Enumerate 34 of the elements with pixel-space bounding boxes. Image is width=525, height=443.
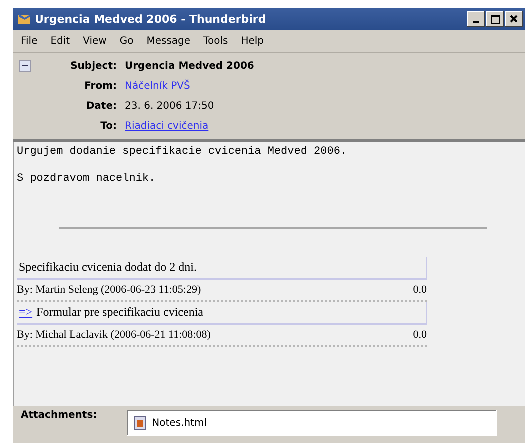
menu-item[interactable]: Message [146, 36, 191, 46]
note-title: Formular pre specifikaciu cvicenia [36, 305, 204, 320]
contact-link[interactable]: Náčelník PVŠ [125, 80, 190, 92]
menu-item[interactable]: File [21, 36, 38, 46]
field-label: Date: [85, 100, 118, 112]
minimize-button[interactable] [467, 11, 485, 27]
note-byline: By: Michal Laclavik (2006-06-21 11:08:08) [17, 329, 211, 341]
menu-item[interactable]: Go [120, 36, 134, 46]
maximize-icon [490, 14, 500, 24]
field-label: Subject: [70, 60, 118, 72]
menu-item[interactable]: Edit [50, 36, 70, 46]
menu-item[interactable]: Help [241, 36, 264, 46]
close-button[interactable] [505, 11, 523, 27]
field-value: Urgencia Medved 2006 [125, 60, 254, 72]
menu-item[interactable]: Tools [204, 36, 228, 46]
menu-item[interactable]: View [83, 36, 107, 46]
collapse-toggle[interactable] [19, 60, 31, 72]
maximize-button[interactable] [486, 11, 504, 27]
note-link[interactable]: => [19, 305, 33, 320]
file-icon [134, 416, 146, 430]
window-title: Urgencia Medved 2006 - Thunderbird [35, 12, 268, 26]
field-label: To: [100, 120, 118, 132]
message-text: S pozdravom nacelnik. [17, 173, 157, 185]
message-text: Urgujem dodanie specifikacie cvicenia Medved 2006. [17, 146, 348, 158]
field-label: From: [84, 80, 118, 92]
note-score: 0.0 [413, 284, 427, 296]
attachment-item[interactable]: Notes.html [134, 416, 207, 430]
note-byline: By: Martin Seleng (2006-06-23 11:05:29) [17, 284, 202, 296]
attachments-label: Attachments: [21, 410, 98, 421]
contact-link[interactable]: Riadiaci cvičenia [125, 120, 209, 132]
note-score: 0.0 [413, 329, 427, 341]
note-title: Specifikaciu cvicenia dodat do 2 dni. [19, 260, 197, 275]
field-value: 23. 6. 2006 17:50 [125, 100, 214, 112]
close-icon [510, 15, 518, 23]
